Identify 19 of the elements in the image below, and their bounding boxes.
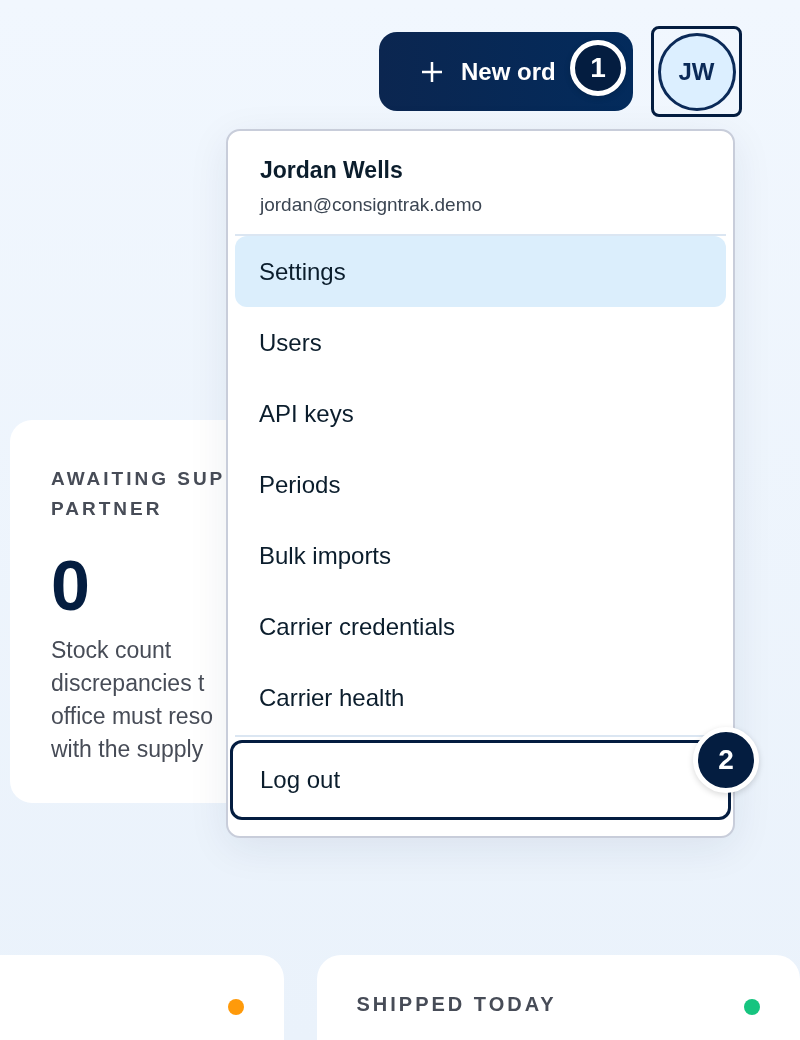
- menu-item[interactable]: Periods: [235, 449, 726, 520]
- plus-icon: [421, 60, 443, 83]
- menu-item[interactable]: Users: [235, 307, 726, 378]
- user-name: Jordan Wells: [260, 157, 404, 184]
- card-description: office must reso: [51, 702, 213, 731]
- user-email: jordan@consigntrak.demo: [260, 194, 484, 216]
- avatar: JW: [657, 32, 736, 111]
- menu-item[interactable]: Carrier credentials: [235, 591, 726, 662]
- card-title: AWAITING SUP: [51, 467, 226, 491]
- card-description: discrepancies t: [51, 669, 205, 698]
- card-title: SHIPPED TODAY: [356, 993, 557, 1016]
- menu-item[interactable]: Bulk imports: [235, 520, 726, 591]
- card-description: with the supply: [51, 735, 204, 764]
- card-description: Stock count: [51, 636, 172, 665]
- stat-value: 0: [51, 546, 90, 626]
- menu-item[interactable]: API keys: [235, 378, 726, 449]
- menu-item[interactable]: Settings: [235, 236, 726, 307]
- card-title: PARTNER: [51, 497, 163, 521]
- avatar-button[interactable]: JW: [651, 26, 742, 117]
